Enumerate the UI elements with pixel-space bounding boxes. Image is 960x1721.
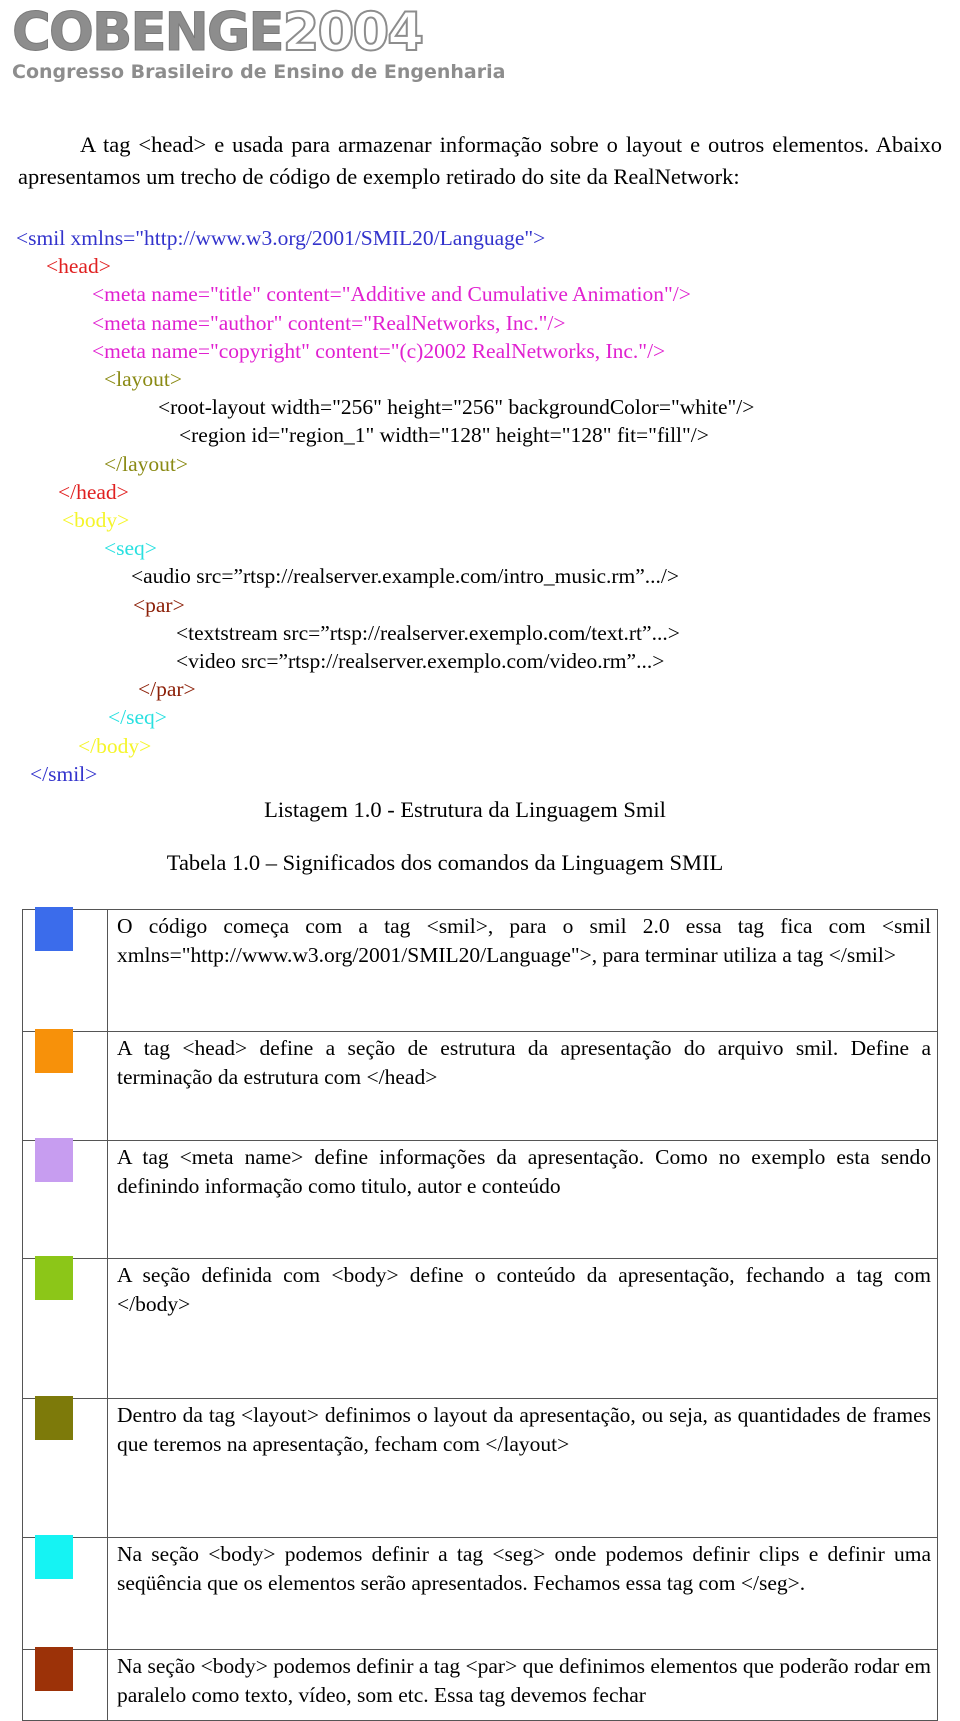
caption-tabela: Tabela 1.0 – Significados dos comandos d… bbox=[166, 850, 724, 875]
code-line: <layout> bbox=[104, 367, 182, 392]
table-row: Na seção <body> podemos definir a tag <p… bbox=[22, 1647, 938, 1721]
table-row: A tag <head> define a seção de estrutura… bbox=[22, 1029, 938, 1141]
code-line: <smil xmlns="http://www.w3.org/2001/SMIL… bbox=[16, 226, 546, 250]
swatch-head bbox=[35, 1029, 73, 1073]
swatch-cell bbox=[22, 1647, 108, 1721]
swatch-meta bbox=[35, 1138, 73, 1182]
code-line: <audio src=”rtsp://realserver.example.co… bbox=[131, 564, 680, 589]
swatch-cell bbox=[22, 1256, 108, 1399]
significados-table: O código começa com a tag <smil>, para o… bbox=[22, 907, 938, 1721]
code-line: <region id="region_1" width="128" height… bbox=[179, 423, 709, 448]
cobenge-logo: COBENGE2004 Congresso Brasileiro de Ensi… bbox=[12, 5, 506, 86]
code-line: <meta name="title" content="Additive and… bbox=[92, 282, 691, 307]
code-line: </head> bbox=[58, 479, 129, 504]
code-line: <root-layout width="256" height="256" ba… bbox=[158, 395, 755, 420]
swatch-cell bbox=[22, 1535, 108, 1650]
table-cell-description: Na seção <body> podemos definir a tag <p… bbox=[107, 1649, 938, 1721]
table-row: Dentro da tag <layout> definimos o layou… bbox=[22, 1396, 938, 1538]
code-line: </body> bbox=[78, 733, 152, 758]
table-cell-description: A tag <meta name> define informações da … bbox=[107, 1140, 938, 1259]
swatch-cell bbox=[22, 1029, 108, 1141]
table-cell-description: A tag <head> define a seção de estrutura… bbox=[107, 1031, 938, 1141]
swatch-cell bbox=[22, 1396, 108, 1538]
logo-wordmark: COBENGE2004 bbox=[12, 5, 426, 61]
caption-listagem: Listagem 1.0 - Estrutura da Linguagem Sm… bbox=[264, 797, 666, 822]
code-line: <body> bbox=[62, 508, 130, 533]
swatch-cell bbox=[22, 907, 108, 1032]
table-cell-description: A seção definida com <body> define o con… bbox=[107, 1258, 938, 1399]
table-cell-description: O código começa com a tag <smil>, para o… bbox=[107, 909, 938, 1032]
swatch-layout bbox=[35, 1396, 73, 1440]
code-line: <par> bbox=[133, 592, 185, 617]
table-row: A tag <meta name> define informações da … bbox=[22, 1138, 938, 1259]
logo-wordmark-solid: COBENGE bbox=[12, 2, 286, 63]
table-cell-description: Na seção <body> podemos definir a tag <s… bbox=[107, 1537, 938, 1650]
code-listing: <smil xmlns="http://www.w3.org/2001/SMIL… bbox=[16, 224, 946, 788]
code-line: <meta name="copyright" content="(c)2002 … bbox=[92, 338, 666, 363]
code-line: <textstream src=”rtsp://realserver.exemp… bbox=[176, 620, 680, 645]
significados-table-body: O código começa com a tag <smil>, para o… bbox=[22, 907, 938, 1721]
swatch-smil bbox=[35, 907, 73, 951]
swatch-par bbox=[35, 1647, 73, 1691]
table-cell-description: Dentro da tag <layout> definimos o layou… bbox=[107, 1398, 938, 1538]
logo-wordmark-year: 2004 bbox=[282, 2, 426, 63]
code-line: <meta name="author" content="RealNetwork… bbox=[92, 310, 566, 335]
table-row: O código começa com a tag <smil>, para o… bbox=[22, 907, 938, 1032]
logo-subtitle: Congresso Brasileiro de Ensino de Engenh… bbox=[12, 61, 506, 83]
code-line: <video src=”rtsp://realserver.exemplo.co… bbox=[176, 649, 665, 674]
code-line: <seq> bbox=[104, 536, 157, 561]
swatch-body bbox=[35, 1256, 73, 1300]
swatch-cell bbox=[22, 1138, 108, 1259]
code-line: <head> bbox=[46, 254, 111, 279]
table-row: Na seção <body> podemos definir a tag <s… bbox=[22, 1535, 938, 1650]
code-line: </seq> bbox=[108, 705, 167, 730]
intro-paragraph: A tag <head> e usada para armazenar info… bbox=[18, 131, 942, 189]
code-line: </layout> bbox=[104, 451, 188, 476]
code-line: </smil> bbox=[30, 761, 98, 786]
swatch-seg bbox=[35, 1535, 73, 1579]
code-line: </par> bbox=[138, 677, 196, 702]
table-row: A seção definida com <body> define o con… bbox=[22, 1256, 938, 1399]
